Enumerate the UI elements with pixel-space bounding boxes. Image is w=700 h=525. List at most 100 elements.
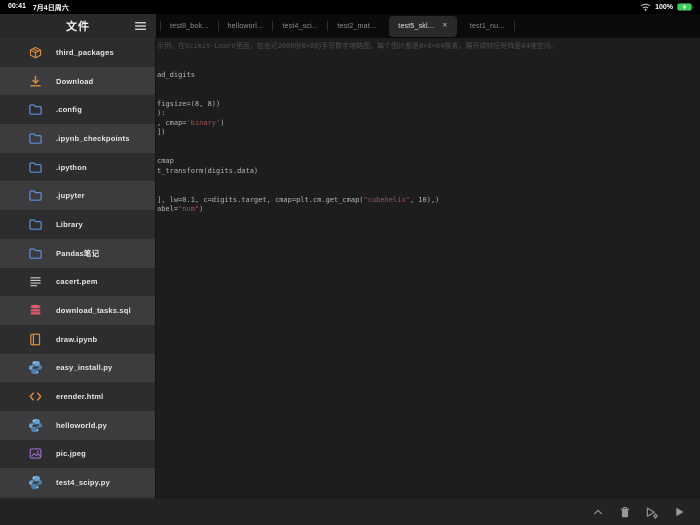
- sidebar-item-library[interactable]: Library: [0, 210, 155, 239]
- run-icon[interactable]: [672, 505, 686, 519]
- code-segment: ]): [157, 128, 166, 137]
- tab-helloworl[interactable]: helloworl...: [219, 23, 273, 30]
- file-name: easy_install.py: [56, 363, 113, 373]
- tab-test2_mat[interactable]: test2_mat...: [328, 23, 385, 30]
- sidebar-title: 文件: [66, 21, 90, 33]
- code-line: ):: [157, 109, 700, 119]
- folder-icon: [27, 188, 43, 204]
- folder-icon: [27, 245, 43, 261]
- bottom-toolbar: [0, 499, 700, 525]
- code-line: abel="num"): [157, 205, 700, 215]
- code-line: cmap: [157, 157, 700, 167]
- battery-icon: [677, 3, 694, 11]
- code-line: , cmap='binary'): [157, 119, 700, 129]
- folder-icon: [27, 102, 43, 118]
- sidebar-item-download_tasks-sql[interactable]: download_tasks.sql: [0, 296, 155, 325]
- sidebar-item-easy_install-py[interactable]: easy_install.py: [0, 353, 155, 383]
- run-options-icon[interactable]: [645, 505, 659, 519]
- code-segment: figsize=(8, 8)): [157, 99, 221, 108]
- code-segment: abel=: [157, 205, 179, 214]
- file-name: helloworld.py: [56, 420, 107, 430]
- tab-label: test5_skl...: [398, 22, 435, 30]
- file-name: .config: [56, 105, 82, 115]
- sidebar-item-jupyter[interactable]: .jupyter: [0, 181, 155, 211]
- code-line: figsize=(8, 8)): [157, 100, 700, 110]
- wifi-icon: [640, 3, 651, 11]
- tab-label: test8_bok...: [170, 22, 209, 30]
- clock-date: 7月4日周六: [32, 5, 69, 12]
- code-line: 示例，在Scikit-Learn里面，包含近2000份8×8的手写数字缩略图，每…: [157, 42, 700, 52]
- tab-separator: [513, 21, 515, 31]
- notebook-icon: [27, 331, 43, 347]
- sidebar-item-ipynb_checkpoints[interactable]: .ipynb_checkpoints: [0, 124, 155, 153]
- tabs: test8_bok... helloworl... test4_sci... test…: [156, 14, 700, 38]
- sidebar-item-erender-html[interactable]: erender.html: [0, 382, 155, 411]
- sidebar-item-download[interactable]: Download: [0, 66, 155, 96]
- sidebar-file-list: third_packages Download .config .ipynb_chec…: [0, 38, 156, 499]
- folder-icon: [27, 216, 43, 232]
- code-segment: "num": [178, 205, 200, 214]
- file-name: Library: [56, 219, 83, 229]
- code-editor[interactable]: 示例，在Scikit-Learn里面，包含近2000份8×8的手写数字缩略图，每…: [156, 38, 700, 499]
- folder-icon: [27, 130, 43, 146]
- menu-icon[interactable]: [134, 19, 148, 33]
- sidebar-item-helloworld-py[interactable]: helloworld.py: [0, 410, 155, 440]
- file-name: .ipynb_checkpoints: [56, 133, 130, 143]
- code-segment: t_transform(digits.data): [157, 166, 259, 175]
- code-segment: cmap: [157, 157, 174, 166]
- file-name: third_packages: [56, 47, 114, 57]
- code-segment: ): [220, 118, 225, 127]
- image-icon: [27, 446, 43, 462]
- code-segment: 'binary': [186, 118, 221, 127]
- code-line: ]): [157, 128, 700, 138]
- python-icon: [27, 360, 43, 376]
- python-icon: [27, 475, 43, 491]
- file-name: test4_scipy.py: [56, 478, 110, 488]
- package-icon: [27, 44, 43, 60]
- sidebar-item-cacert-pem[interactable]: cacert.pem: [0, 267, 155, 297]
- code-segment: , cmap=: [157, 118, 187, 127]
- database-icon: [27, 303, 43, 319]
- code-segment: ], lw=0.1, c=digits.target, cmap=plt.cm.…: [157, 195, 364, 204]
- sidebar-item-config[interactable]: .config: [0, 95, 155, 125]
- code-segment: ): [199, 205, 204, 214]
- tab-label: test2_mat...: [337, 22, 377, 30]
- file-name: draw.ipynb: [56, 334, 98, 344]
- file-name: Download: [56, 76, 94, 86]
- collapse-keyboard-icon[interactable]: [591, 505, 605, 519]
- sidebar-item-draw-ipynb[interactable]: draw.ipynb: [0, 324, 155, 354]
- tab-test8_bok[interactable]: test8_bok...: [161, 23, 218, 30]
- file-name: Pandas笔记: [56, 248, 100, 258]
- tab-test5_skl[interactable]: test5_skl... ✕: [389, 15, 457, 37]
- tab-test4_sci[interactable]: test4_sci...: [273, 23, 327, 30]
- battery-percent: 100%: [655, 3, 673, 11]
- sidebar-item-pandas[interactable]: Pandas笔记: [0, 238, 155, 268]
- file-name: pic.jpeg: [56, 449, 86, 459]
- file-name: download_tasks.sql: [56, 306, 131, 316]
- clock-time: 00:41: [8, 3, 26, 10]
- sidebar-item-pic-jpeg[interactable]: pic.jpeg: [0, 439, 155, 469]
- close-tab-icon[interactable]: ✕: [442, 22, 448, 30]
- sidebar-item-test4_scipy-py[interactable]: test4_scipy.py: [0, 468, 155, 497]
- file-name: .jupyter: [56, 191, 85, 201]
- tab-test1_nu[interactable]: test1_nu...: [461, 23, 514, 30]
- code-segment: ):: [157, 109, 166, 118]
- file-name: erender.html: [56, 392, 104, 402]
- sidebar-item-ipython[interactable]: .ipython: [0, 152, 155, 182]
- code-segment: "cubehelix": [363, 195, 410, 204]
- file-name: cacert.pem: [56, 277, 98, 287]
- trash-icon[interactable]: [618, 505, 632, 519]
- folder-icon: [27, 159, 43, 175]
- sidebar-item-third_packages[interactable]: third_packages: [0, 38, 155, 67]
- sidebar-header: 文件: [0, 14, 156, 38]
- code-segment: 示例，在Scikit-Learn里面，包含近2000份8×8的手写数字缩略图，每…: [157, 42, 558, 50]
- status-right: 100%: [640, 3, 694, 11]
- download-icon: [27, 73, 43, 89]
- code-line: ], lw=0.1, c=digits.target, cmap=plt.cm.…: [157, 196, 700, 206]
